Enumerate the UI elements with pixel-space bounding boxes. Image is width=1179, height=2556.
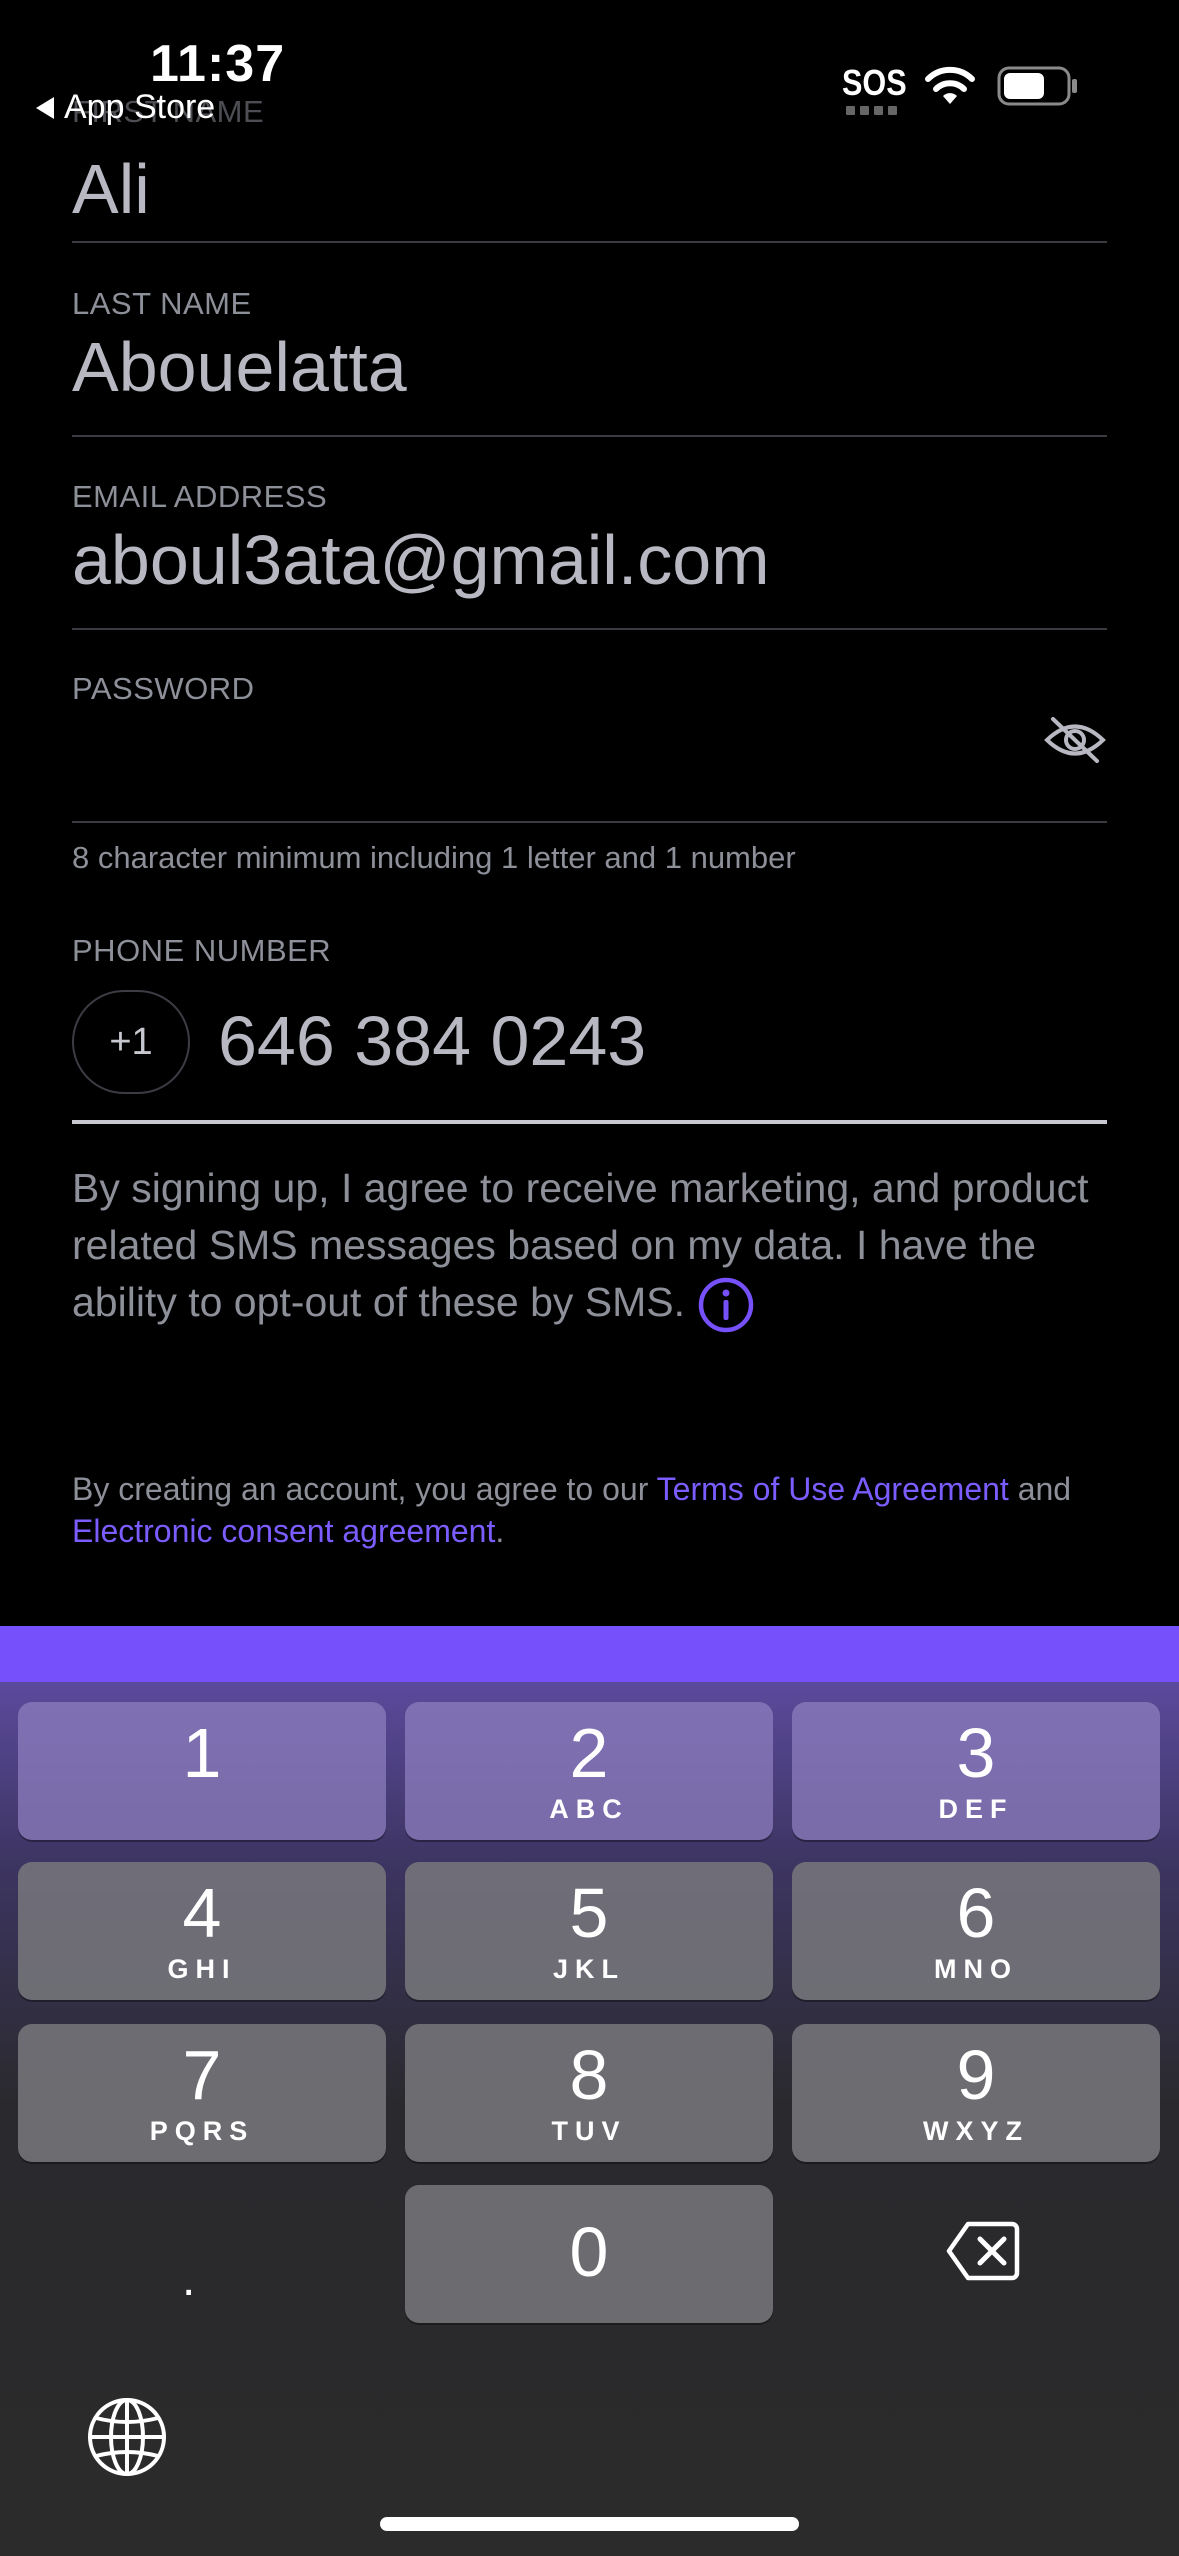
key-number: 9 [956, 2036, 996, 2114]
key-9[interactable]: 9 WXYZ [792, 2024, 1160, 2162]
last-name-field[interactable]: LAST NAME Abouelatta [72, 286, 1107, 437]
key-0[interactable]: 0 [405, 2185, 773, 2323]
first-name-field[interactable]: Ali [72, 150, 1107, 243]
key-letters: JKL [552, 1954, 625, 1984]
home-indicator[interactable] [380, 2517, 799, 2531]
key-number: 4 [182, 1874, 222, 1952]
last-name-label: LAST NAME [72, 286, 252, 321]
sms-consent-text: By signing up, I agree to receive market… [72, 1160, 1112, 1334]
key-3[interactable]: 3 DEF [792, 1702, 1160, 1840]
first-name-value: Ali [72, 150, 150, 228]
last-name-underline [72, 435, 1107, 437]
key-letters: TUV [551, 2116, 627, 2146]
key-letters: DEF [938, 1794, 1014, 1824]
key-number: 0 [569, 2213, 609, 2291]
electronic-consent-link[interactable]: Electronic consent agreement [72, 1513, 495, 1549]
key-1[interactable]: 1 [18, 1702, 386, 1840]
key-number: 6 [956, 1874, 996, 1952]
sms-consent-copy: By signing up, I agree to receive market… [72, 1165, 1089, 1325]
info-icon[interactable] [697, 1276, 755, 1334]
signal-dots-icon [846, 106, 897, 115]
email-field[interactable]: EMAIL ADDRESS aboul3ata@gmail.com [72, 479, 1107, 630]
terms-suffix: . [495, 1513, 505, 1549]
country-code-button[interactable]: +1 [72, 990, 190, 1094]
globe-icon[interactable] [86, 2396, 168, 2478]
eye-slash-icon[interactable] [1043, 715, 1107, 765]
terms-middle: and [1008, 1471, 1072, 1507]
last-name-value: Abouelatta [72, 328, 407, 406]
password-label: PASSWORD [72, 671, 255, 706]
key-2[interactable]: 2 ABC [405, 1702, 773, 1840]
phone-input[interactable]: 646 384 0243 [218, 1006, 646, 1076]
key-dot[interactable]: . [182, 2252, 195, 2307]
wifi-icon [925, 66, 975, 104]
phone-underline [72, 1120, 1107, 1124]
terms-text: By creating an account, you agree to our… [72, 1468, 1112, 1552]
status-time: 11:37 [150, 35, 286, 93]
back-link-label: App Store [64, 88, 216, 126]
battery-icon [997, 66, 1077, 106]
key-number: 3 [956, 1714, 996, 1792]
key-number: 7 [182, 2036, 222, 2114]
keyboard-accessory-bar [0, 1626, 1179, 1682]
email-underline [72, 628, 1107, 630]
key-6[interactable]: 6 MNO [792, 1862, 1160, 2000]
key-letters: WXYZ [923, 2116, 1029, 2146]
key-letters: PQRS [149, 2116, 255, 2146]
password-field[interactable]: PASSWORD [72, 671, 1107, 823]
key-number: 8 [569, 2036, 609, 2114]
key-letters: MNO [934, 1954, 1018, 1984]
key-letters: ABC [549, 1794, 629, 1824]
email-label: EMAIL ADDRESS [72, 479, 328, 514]
key-5[interactable]: 5 JKL [405, 1862, 773, 2000]
key-letters: GHI [167, 1954, 237, 1984]
phone-label: PHONE NUMBER [72, 933, 332, 968]
key-4[interactable]: 4 GHI [18, 1862, 386, 2000]
sos-indicator: SOS [842, 62, 907, 103]
key-number: 5 [569, 1874, 609, 1952]
first-name-underline [72, 241, 1107, 243]
key-7[interactable]: 7 PQRS [18, 2024, 386, 2162]
password-hint: 8 character minimum including 1 letter a… [72, 840, 796, 875]
key-8[interactable]: 8 TUV [405, 2024, 773, 2162]
key-number: 2 [569, 1714, 609, 1792]
back-to-app-store-link[interactable]: App Store [36, 88, 215, 127]
terms-prefix: By creating an account, you agree to our [72, 1471, 657, 1507]
terms-of-use-link[interactable]: Terms of Use Agreement [657, 1471, 1009, 1507]
password-underline [72, 821, 1107, 823]
back-arrow-icon [36, 96, 54, 119]
email-value: aboul3ata@gmail.com [72, 521, 770, 599]
backspace-icon[interactable] [946, 2220, 1020, 2282]
key-number: 1 [182, 1714, 222, 1792]
